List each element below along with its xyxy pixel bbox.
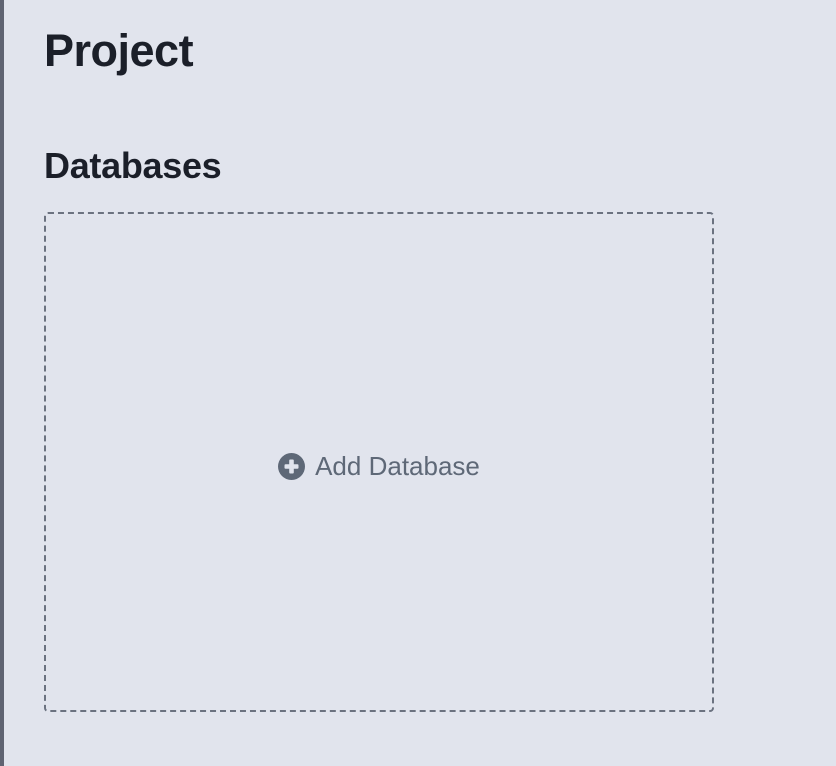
plus-circle-icon [278,452,306,480]
add-database-dropzone[interactable]: Add Database [44,212,714,712]
left-panel-border [0,0,4,766]
databases-heading: Databases [44,145,222,186]
page-title: Project [44,25,194,76]
add-database-button[interactable]: Add Database [278,451,480,481]
add-database-label: Add Database [315,451,480,481]
